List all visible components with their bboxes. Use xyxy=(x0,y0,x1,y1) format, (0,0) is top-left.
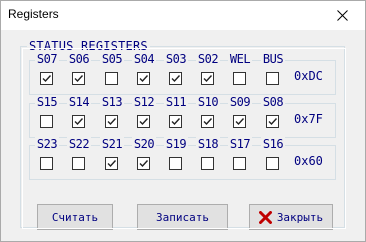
register-bit-checkbox[interactable] xyxy=(169,115,182,128)
register-bit-label: S05 xyxy=(100,52,124,66)
register-bit-label: S22 xyxy=(67,137,91,151)
title-bar: Registers xyxy=(1,1,365,30)
checkmark-icon xyxy=(139,75,149,83)
register-bit-label: S13 xyxy=(100,95,124,109)
write-button[interactable]: Записать xyxy=(137,204,228,230)
register-bit-checkbox[interactable] xyxy=(201,157,214,170)
register-bit-checkbox[interactable] xyxy=(72,157,85,170)
register-bit-label: S18 xyxy=(196,137,220,151)
register-bit-checkbox[interactable] xyxy=(40,157,53,170)
checkmark-icon xyxy=(171,75,181,83)
register-bit-label: S16 xyxy=(261,137,285,151)
register-bit-checkbox[interactable] xyxy=(137,115,150,128)
register-bit-label: S02 xyxy=(196,52,220,66)
register-bit-checkbox[interactable] xyxy=(137,72,150,85)
register-bit-label: S07 xyxy=(35,52,59,66)
register-bit-checkbox[interactable] xyxy=(233,157,246,170)
checkmark-icon xyxy=(74,75,84,83)
register-bit-checkbox[interactable] xyxy=(169,72,182,85)
register-bit-checkbox[interactable] xyxy=(266,72,279,85)
register-bit-checkbox[interactable] xyxy=(105,115,118,128)
register-bit-label: WEL xyxy=(228,52,252,66)
register-bit-label: BUS xyxy=(261,52,285,66)
register-bit-label: S06 xyxy=(67,52,91,66)
register-bit-checkbox[interactable] xyxy=(137,157,150,170)
checkmark-icon xyxy=(203,118,213,126)
register-bit-checkbox[interactable] xyxy=(105,72,118,85)
checkmark-icon xyxy=(139,160,149,168)
register-bit-label: S15 xyxy=(35,95,59,109)
register-bit-checkbox[interactable] xyxy=(40,115,53,128)
register-bit-label: S08 xyxy=(261,95,285,109)
register-bit-checkbox[interactable] xyxy=(72,72,85,85)
register-bit-checkbox[interactable] xyxy=(233,72,246,85)
register-bit-checkbox[interactable] xyxy=(169,157,182,170)
register-bit-checkbox[interactable] xyxy=(40,72,53,85)
register-bit-label: S09 xyxy=(228,95,252,109)
register-bit-checkbox[interactable] xyxy=(266,115,279,128)
register-bit-label: S11 xyxy=(164,95,188,109)
window-close-button[interactable] xyxy=(319,1,365,30)
close-icon xyxy=(336,10,348,21)
register-bit-label: S20 xyxy=(132,137,156,151)
register-bit-label: S21 xyxy=(100,137,124,151)
register-bit-checkbox[interactable] xyxy=(266,157,279,170)
register-hex-value: 0x60 xyxy=(294,154,323,168)
group-title: STATUS REGISTERS xyxy=(27,39,150,53)
checkmark-icon xyxy=(203,75,213,83)
close-button[interactable]: Закрыть xyxy=(249,204,333,230)
register-bit-label: S10 xyxy=(196,95,220,109)
register-bit-label: S19 xyxy=(164,137,188,151)
register-bit-checkbox[interactable] xyxy=(72,115,85,128)
register-bit-checkbox[interactable] xyxy=(201,72,214,85)
write-button-label: Записать xyxy=(156,210,209,224)
read-button[interactable]: Считать xyxy=(37,204,113,230)
register-group-2: S23 S22 S21 S20 S19 S18 S17 S16 0x60 xyxy=(29,137,336,180)
register-bit-checkbox[interactable] xyxy=(105,157,118,170)
checkmark-icon xyxy=(171,118,181,126)
register-bit-checkbox[interactable] xyxy=(233,115,246,128)
checkmark-icon xyxy=(107,160,117,168)
registers-window: Registers STATUS REGISTERS S07 S06 S05 S04 S… xyxy=(0,0,366,242)
client-area: STATUS REGISTERS S07 S06 S05 S04 S03 S02 WEL BU… xyxy=(1,30,365,241)
register-bit-checkbox[interactable] xyxy=(201,115,214,128)
register-group-0: S07 S06 S05 S04 S03 S02 WEL BUS 0xDC xyxy=(29,52,336,95)
window-title: Registers xyxy=(8,7,59,21)
red-x-icon xyxy=(258,210,272,224)
close-button-label: Закрыть xyxy=(276,210,324,224)
register-bit-label: S04 xyxy=(132,52,156,66)
register-group-1: S15 S14 S13 S12 S11 S10 S09 S08 0x7F xyxy=(29,95,336,138)
read-button-label: Считать xyxy=(51,210,99,224)
register-bit-label: S14 xyxy=(67,95,91,109)
checkmark-icon xyxy=(235,118,245,126)
status-registers-group: STATUS REGISTERS S07 S06 S05 S04 S03 S02 WEL BU… xyxy=(20,39,346,230)
checkmark-icon xyxy=(107,118,117,126)
register-bit-label: S03 xyxy=(164,52,188,66)
checkmark-icon xyxy=(42,75,52,83)
register-bit-label: S12 xyxy=(132,95,156,109)
register-bit-label: S23 xyxy=(35,137,59,151)
register-bit-label: S17 xyxy=(228,137,252,151)
checkmark-icon xyxy=(139,118,149,126)
register-hex-value: 0x7F xyxy=(294,112,323,126)
checkmark-icon xyxy=(268,118,278,126)
checkmark-icon xyxy=(74,118,84,126)
register-hex-value: 0xDC xyxy=(294,69,323,83)
